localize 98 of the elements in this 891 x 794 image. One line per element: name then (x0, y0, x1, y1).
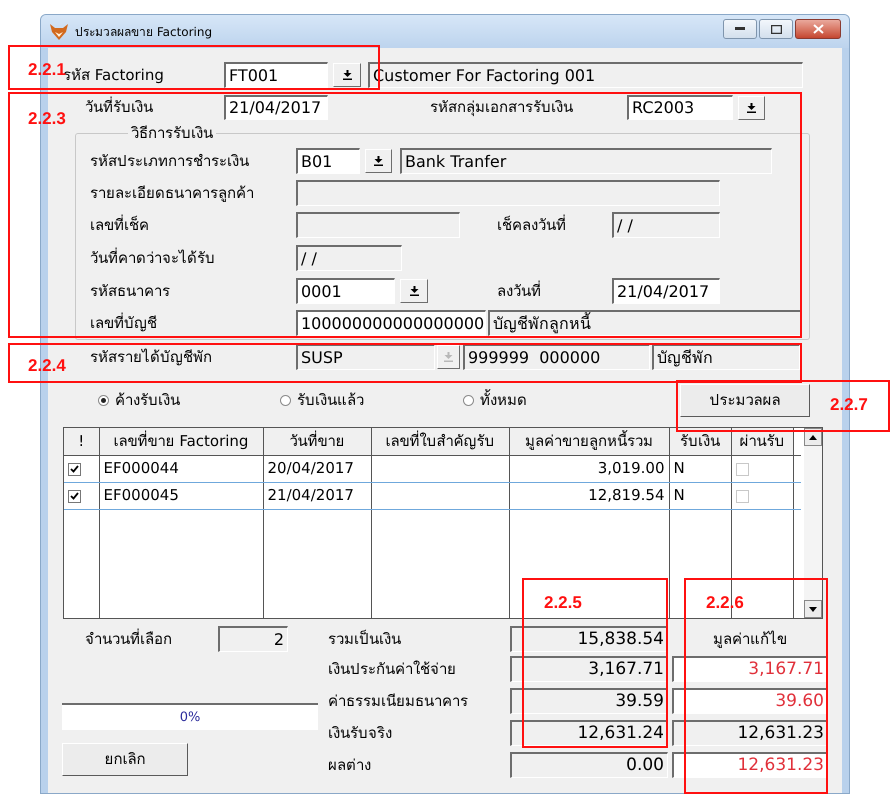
text-field[interactable]: SUSP (296, 344, 435, 370)
maximize-button[interactable] (759, 19, 793, 39)
field-label: เช็คลงวันที่ (497, 214, 567, 236)
text-field[interactable]: 3,167.71 (510, 656, 668, 682)
maximize-icon (770, 24, 782, 34)
checkbox[interactable] (68, 462, 81, 476)
annotation-label: 2.2.7 (830, 396, 868, 413)
column-header[interactable]: วันที่ขาย (263, 428, 371, 455)
window-title: ประมวลผลขาย Factoring (75, 24, 212, 40)
text-field[interactable]: RC2003 (627, 95, 733, 120)
text-field[interactable]: 0001 (296, 278, 395, 304)
annotation-label: 2.2.3 (28, 110, 66, 127)
text-field[interactable]: 15,838.54 (510, 626, 668, 652)
annotation-label: 2.2.5 (544, 594, 582, 611)
text-field[interactable]: 999999 000000 (463, 344, 650, 370)
table-cell: 3,019.00 (509, 455, 669, 482)
checkbox[interactable] (736, 490, 748, 503)
radio-option[interactable]: ทั้งหมด (463, 388, 583, 412)
field-label: รหัส Factoring (63, 66, 165, 86)
radio-button[interactable] (463, 394, 474, 406)
text-field[interactable]: 21/04/2017 (224, 95, 328, 120)
annotation-label: 2.2.4 (28, 357, 66, 374)
field-label: รหัสกลุ่มเอกสารรับเงิน (430, 97, 574, 118)
text-field[interactable]: 100000000000000000 (296, 310, 486, 336)
table-cell: 20/04/2017 (263, 455, 371, 482)
dropdown-button[interactable] (738, 96, 765, 120)
text-field[interactable]: 39.59 (510, 688, 668, 714)
minimize-icon (735, 27, 745, 31)
field-label: จำนวนที่เลือก (85, 628, 173, 650)
text-field[interactable]: / / (612, 212, 720, 238)
field-label: ค่าธรรมเนียมธนาคาร (328, 690, 469, 712)
field-label: เงินรับจริง (328, 722, 393, 744)
down-arrow-icon (374, 156, 383, 166)
checkbox[interactable] (68, 490, 81, 503)
field-label: ผลต่าง (328, 754, 372, 776)
text-field[interactable]: 12,631.23 (672, 752, 828, 778)
text-field[interactable] (296, 180, 720, 206)
dropdown-button[interactable] (333, 63, 361, 87)
table-cell: N (669, 482, 731, 509)
dropdown-button[interactable] (365, 149, 392, 173)
field-label: รหัสธนาคาร (90, 280, 171, 302)
dropdown-button[interactable] (400, 279, 428, 303)
process-button[interactable]: ประมวลผล (680, 384, 810, 416)
text-field[interactable]: 2 (218, 626, 288, 652)
field-label: รหัสรายได้บัญชีพัก (90, 346, 213, 368)
field-label: เงินประกันค่าใช้จ่าย (328, 658, 457, 680)
table-cell: 21/04/2017 (263, 482, 371, 509)
column-header[interactable]: ผ่านรับ (731, 428, 793, 455)
column-header[interactable]: มูลค่าขายลูกหนี้รวม (509, 428, 669, 455)
radio-option[interactable]: ค้างรับเงิน (98, 388, 248, 412)
text-field[interactable]: 3,167.71 (672, 656, 828, 682)
minimize-button[interactable] (723, 19, 757, 39)
annotation-label: 2.2.1 (28, 61, 66, 78)
text-field[interactable]: 12,631.24 (510, 720, 668, 746)
progress-text: 0% (178, 709, 202, 727)
fox-icon (49, 22, 69, 40)
radio-option[interactable]: รับเงินแล้ว (280, 388, 430, 412)
close-button[interactable] (795, 19, 841, 39)
cancel-button[interactable]: ยกเลิก (62, 743, 188, 776)
down-arrow-icon (747, 102, 756, 112)
column-header[interactable]: รับเงิน (669, 428, 731, 455)
field-label: วันที่คาดว่าจะได้รับ (90, 246, 216, 269)
text-field[interactable] (296, 212, 460, 238)
field-label: วันที่รับเงิน (85, 96, 154, 118)
text-field[interactable]: 12,631.23 (672, 720, 828, 746)
scrollbar[interactable] (804, 428, 822, 618)
table-cell: EF000044 (99, 455, 263, 482)
down-arrow-icon (342, 70, 352, 80)
down-arrow-icon (410, 286, 418, 296)
text-field[interactable]: / / (296, 245, 402, 271)
close-icon (812, 24, 824, 34)
text-field[interactable]: 39.60 (672, 688, 828, 714)
up-arrow-icon (809, 434, 817, 440)
text-field[interactable]: 21/04/2017 (612, 278, 720, 304)
text-field[interactable]: B01 (296, 148, 360, 174)
text-field[interactable]: บัญชีพัก (652, 344, 800, 370)
column-header[interactable]: ! (64, 428, 99, 455)
radio-button[interactable] (98, 394, 109, 406)
field-label: รหัสประเภทการชำระเงิน (90, 150, 250, 172)
scroll-down-button[interactable] (804, 600, 822, 618)
down-arrow-icon (444, 352, 453, 362)
column-header[interactable]: เลขที่ใบสำคัญรับ (371, 428, 509, 455)
text-field[interactable]: 0.00 (510, 752, 668, 778)
field-label: รายละเอียดธนาคารลูกค้า (90, 182, 255, 204)
table-cell: EF000045 (99, 482, 263, 509)
field-label: เลขที่เช็ค (90, 214, 150, 236)
text-field[interactable]: Bank Tranfer (400, 148, 772, 174)
table-cell: 12,819.54 (509, 482, 669, 509)
radio-button[interactable] (280, 394, 291, 406)
column-header[interactable]: เลขที่ขาย Factoring (99, 428, 263, 455)
field-label: รวมเป็นเงิน (328, 628, 402, 650)
field-label: เลขที่บัญชี (90, 312, 158, 334)
column-header: มูลค่าแก้ไข (712, 628, 788, 650)
field-label: ลงวันที่ (497, 280, 542, 302)
down-arrow-icon (809, 606, 817, 612)
table-cell: N (669, 455, 731, 482)
text-field[interactable]: FT001 (224, 62, 328, 88)
checkbox[interactable] (736, 462, 748, 476)
